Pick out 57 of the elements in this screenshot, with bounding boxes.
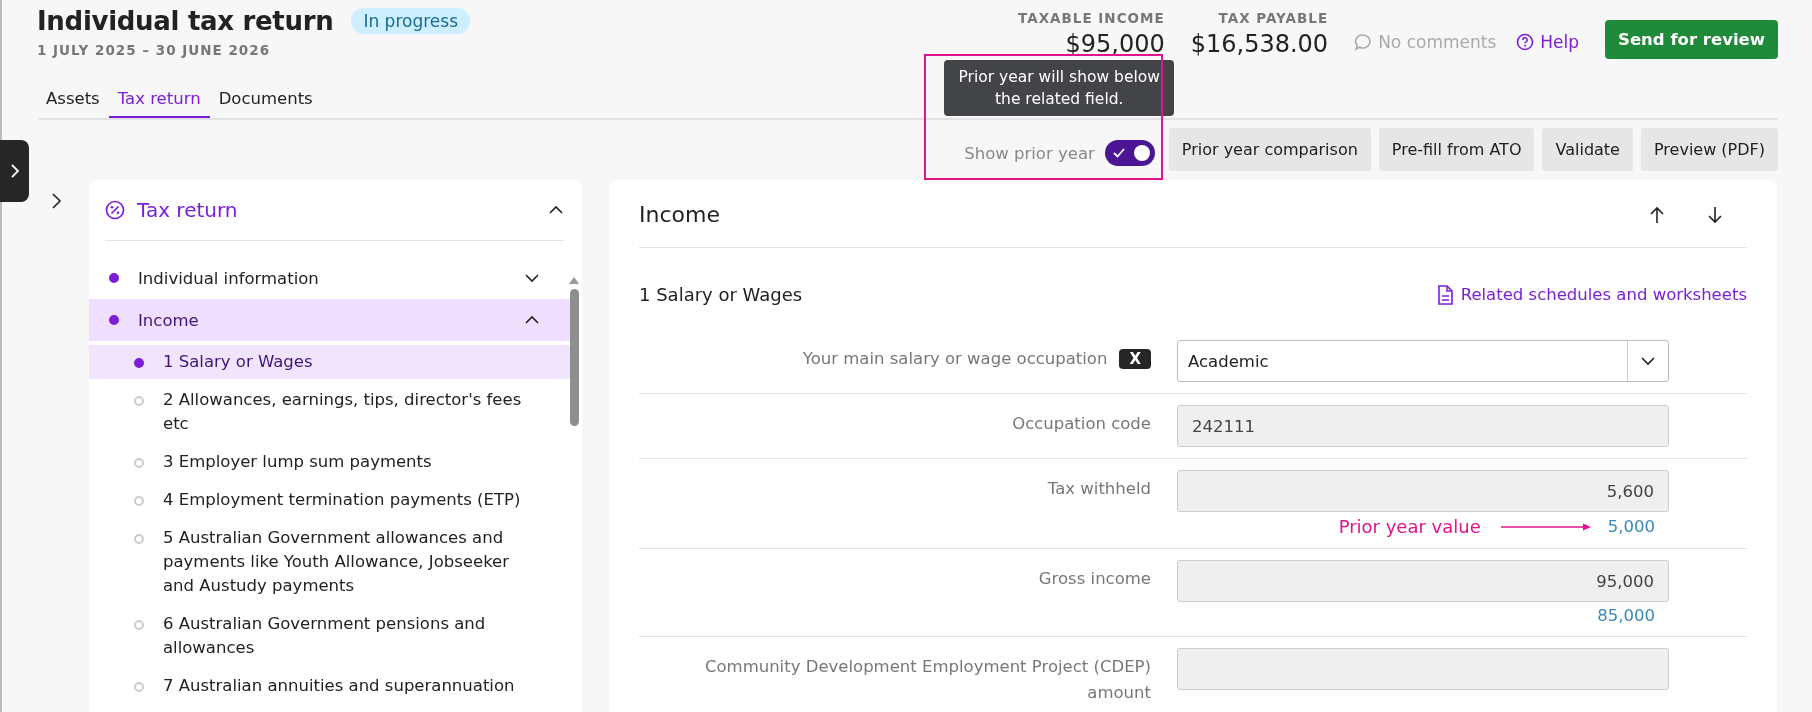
nav-subitem[interactable]: 3 Employer lump sum payments [89, 445, 570, 479]
sidebar-title[interactable]: Tax return [137, 198, 536, 222]
chevron-right-icon[interactable] [51, 192, 63, 210]
input-field[interactable] [1177, 648, 1669, 690]
summary-label: TAX PAYABLE [1218, 10, 1329, 26]
send-for-review-button[interactable]: Send for review [1605, 20, 1778, 59]
input-field[interactable]: 242111 [1177, 405, 1669, 447]
toggle-switch[interactable] [1104, 140, 1155, 166]
comment-icon [1354, 33, 1373, 51]
period-text: 1 JULY 2025 – 30 JUNE 2026 [37, 42, 272, 58]
side-panel-tab[interactable] [0, 140, 29, 202]
clear-badge[interactable]: X [1119, 349, 1151, 369]
arrow-down-icon[interactable] [1707, 205, 1723, 224]
prior-year-value: 5,000 [1607, 517, 1655, 536]
nav-item[interactable]: Individual information [89, 257, 570, 299]
field-label: Your main salary or wage occupation [802, 348, 1108, 370]
toolbar-button[interactable]: Pre-fill from ATO [1378, 128, 1535, 171]
help-link[interactable]: Help [1540, 32, 1580, 52]
help-icon [1516, 33, 1535, 51]
subsection-title: 1 Salary or Wages [639, 284, 803, 305]
summary-value: $16,538.00 [1190, 30, 1329, 58]
prior-year-value: 85,000 [1597, 606, 1655, 625]
status-badge: In progress [351, 8, 470, 34]
field-label: Occupation code [1012, 413, 1151, 435]
related-link[interactable]: Related schedules and worksheets [1436, 284, 1747, 305]
nav-subitem[interactable]: 7 Australian annuities and superannuation [89, 669, 570, 703]
page-title: Individual tax return [37, 6, 334, 36]
chevron-right-icon [9, 163, 20, 179]
toolbar-button[interactable]: Validate [1542, 128, 1633, 171]
scroll-up-icon [568, 276, 580, 284]
nav-subitem[interactable]: 1 Salary or Wages [89, 345, 570, 379]
annotation-text: Prior year value [1338, 516, 1481, 537]
toggle-label: Show prior year [964, 143, 1095, 163]
input-field[interactable]: 5,600 [1177, 470, 1669, 512]
tab[interactable]: Assets [37, 89, 109, 118]
check-icon [1112, 148, 1125, 158]
nav-subitem[interactable]: 2 Allowances, earnings, tips, director's fees etc [89, 383, 570, 441]
nav-subitem[interactable]: 4 Employment termination payments (ETP) [89, 483, 570, 517]
document-icon [1436, 284, 1453, 305]
scrollbar-thumb[interactable] [569, 289, 579, 426]
nav-subitem[interactable]: 6 Australian Government pensions and allowances [89, 607, 570, 665]
summary-label: TAXABLE INCOME [1018, 10, 1165, 26]
field-label: Gross income [1038, 568, 1151, 590]
tab[interactable]: Documents [209, 89, 322, 118]
tooltip: Prior year will show below the related field. [944, 60, 1175, 116]
section-title: Income [639, 202, 721, 227]
input-field[interactable]: 95,000 [1177, 560, 1669, 602]
toolbar-button[interactable]: Preview (PDF) [1640, 128, 1778, 171]
toolbar-button[interactable]: Prior year comparison [1168, 128, 1371, 171]
dropdown-field[interactable]: Academic [1177, 340, 1669, 382]
nav-subitem[interactable]: 5 Australian Government allowances and payments like Youth Allowance, Jobseeker and Austudy payments [89, 521, 570, 603]
summary-value: $95,000 [1065, 30, 1165, 58]
field-label: Community Development Employment Project (CDEP) amount [703, 656, 1151, 704]
arrow-up-icon[interactable] [1649, 205, 1665, 224]
field-label: Tax withheld [1047, 478, 1151, 500]
nav-item[interactable]: Income [89, 299, 570, 341]
percent-icon [105, 200, 125, 220]
